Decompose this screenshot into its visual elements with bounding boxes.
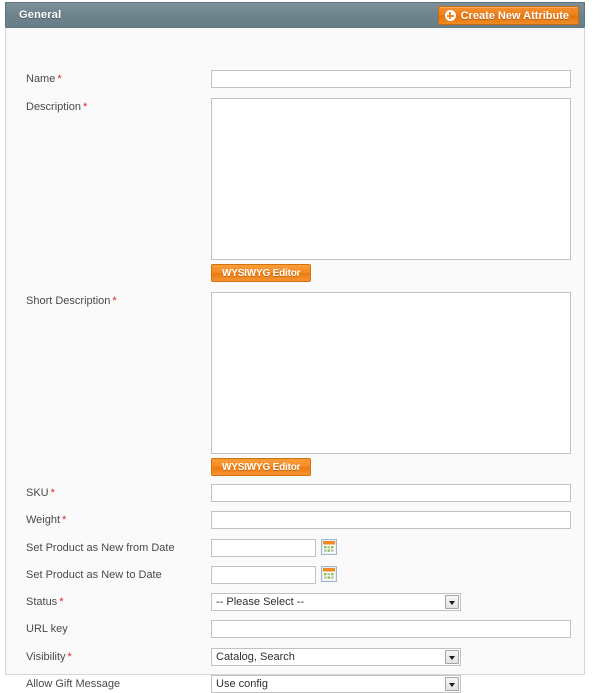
description-wysiwyg-editor-label: WYSIWYG Editor [222, 267, 301, 279]
status-selected-value: -- Please Select -- [216, 596, 305, 608]
general-panel: General Create New Attribute Name * Descr… [5, 2, 585, 693]
chevron-down-icon[interactable] [445, 650, 459, 664]
url-key-label: URL key [26, 623, 68, 635]
description-textarea[interactable] [211, 98, 571, 260]
calendar-glyph [323, 541, 335, 553]
chevron-down-icon[interactable] [445, 595, 459, 609]
sku-label: SKU * [26, 487, 55, 499]
calendar-icon[interactable] [321, 566, 337, 582]
required-marker: * [62, 514, 67, 526]
short-description-textarea[interactable] [211, 292, 571, 454]
required-marker: * [112, 295, 117, 307]
create-new-attribute-label: Create New Attribute [460, 9, 569, 22]
weight-input[interactable] [211, 511, 571, 529]
calendar-glyph [323, 568, 335, 580]
new-to-date-input[interactable] [211, 566, 316, 584]
visibility-select[interactable]: Catalog, Search [211, 648, 461, 666]
required-marker: * [57, 73, 62, 85]
name-input[interactable] [211, 70, 571, 88]
visibility-selected-value: Catalog, Search [216, 651, 295, 663]
visibility-label: Visibility * [26, 651, 72, 663]
required-marker: * [67, 651, 72, 663]
short-description-label: Short Description * [26, 295, 117, 307]
required-marker: * [83, 101, 88, 113]
short-description-wysiwyg-editor-label: WYSIWYG Editor [222, 461, 301, 473]
allow-gift-message-label: Allow Gift Message [26, 678, 121, 690]
page-title: General [19, 9, 62, 21]
description-label: Description * [26, 101, 88, 113]
plus-circle-icon [444, 10, 456, 21]
short-description-wysiwyg-editor-button[interactable]: WYSIWYG Editor [211, 458, 312, 476]
name-label: Name * [26, 73, 62, 85]
url-key-input[interactable] [211, 620, 571, 638]
description-wysiwyg-editor-button[interactable]: WYSIWYG Editor [211, 264, 312, 282]
new-from-date-label: Set Product as New from Date [26, 542, 175, 554]
chevron-down-icon[interactable] [445, 677, 459, 691]
required-marker: * [59, 596, 64, 608]
general-form: Name * Description * WYSIWYG Editor Short … [5, 27, 585, 693]
required-marker: * [50, 487, 55, 499]
calendar-icon[interactable] [321, 539, 337, 555]
status-select[interactable]: -- Please Select -- [211, 593, 461, 611]
allow-gift-message-select[interactable]: Use config [211, 675, 461, 693]
create-new-attribute-button[interactable]: Create New Attribute [437, 6, 579, 25]
allow-gift-message-selected-value: Use config [216, 678, 268, 690]
status-label: Status * [26, 596, 64, 608]
sku-input[interactable] [211, 484, 571, 502]
weight-label: Weight * [26, 514, 67, 526]
new-to-date-label: Set Product as New to Date [26, 569, 162, 581]
new-from-date-input[interactable] [211, 539, 316, 557]
panel-header: General Create New Attribute [5, 2, 585, 27]
